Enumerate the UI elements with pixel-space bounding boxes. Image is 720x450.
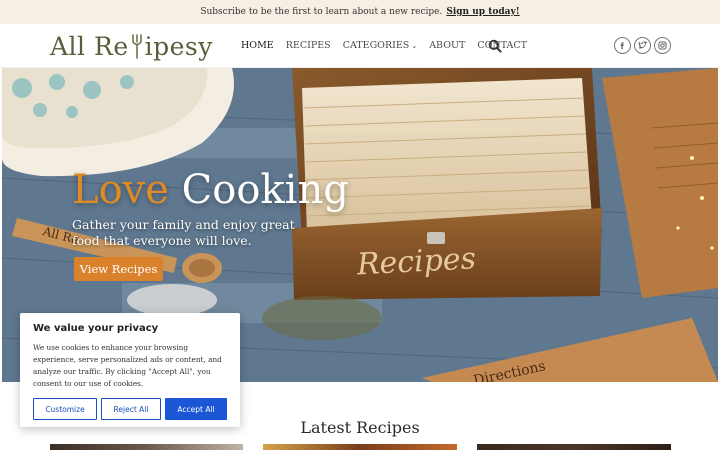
social-links [614,37,671,54]
recipe-card-thumbnail[interactable] [263,444,457,450]
cookie-title: We value your privacy [33,323,159,334]
logo-text-left: All Re [50,31,129,61]
nav-contact[interactable]: CONTACT [477,40,527,51]
search-icon[interactable] [488,38,502,53]
announcement-bar: Subscribe to be the first to learn about… [0,0,720,24]
reject-all-button[interactable]: Reject All [101,398,161,420]
recipe-card-thumbnail[interactable] [50,444,243,450]
announcement-text: Subscribe to be the first to learn about… [200,7,443,17]
customize-button[interactable]: Customize [33,398,97,420]
hero-subtitle: Gather your family and enjoy great food … [72,217,295,248]
cookie-actions: Customize Reject All Accept All [33,398,227,420]
twitter-icon[interactable] [634,37,651,54]
hero-title: Love Cooking [72,168,349,212]
hero-title-accent: Love [72,167,169,213]
nav-categories-label: CATEGORIES [342,40,410,51]
fork-icon [130,33,144,59]
accept-all-button[interactable]: Accept All [165,398,227,420]
nav-about[interactable]: ABOUT [429,40,465,51]
recipe-card-thumbnail[interactable] [477,444,671,450]
hero-title-main: Cooking [181,167,349,213]
latest-recipes-grid [0,444,720,450]
signup-link[interactable]: Sign up today! [446,7,519,17]
cookie-text: We use cookies to enhance your browsing … [33,343,222,388]
nav-recipes[interactable]: RECIPES [286,40,331,51]
logo-text-right: ipesy [144,31,213,61]
chevron-down-icon: ⌄ [411,42,418,50]
main-nav: HOME RECIPES CATEGORIES ⌄ ABOUT CONTACT [241,40,527,51]
site-logo[interactable]: All Re ipesy [50,28,213,64]
site-header: All Re ipesy HOME RECIPES CATEGORIES ⌄ AB… [0,24,720,68]
cookie-consent-dialog: We value your privacy We use cookies to … [20,313,240,427]
nav-home[interactable]: HOME [241,40,274,51]
box-recipes-label: Recipes [355,241,477,282]
facebook-icon[interactable] [614,37,631,54]
nav-categories[interactable]: CATEGORIES ⌄ [343,40,417,51]
instagram-icon[interactable] [654,37,671,54]
view-recipes-button[interactable]: View Recipes [74,257,163,281]
